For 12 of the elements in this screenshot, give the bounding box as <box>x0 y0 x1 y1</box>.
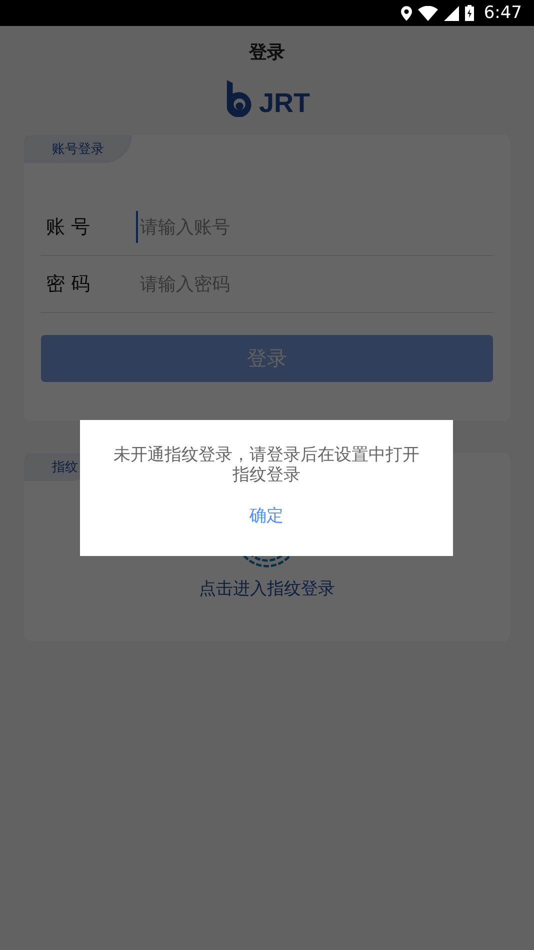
confirm-button[interactable]: 确定 <box>240 500 294 531</box>
clock-time: 6:47 <box>484 3 522 23</box>
fingerprint-login-link[interactable]: 点击进入指纹登录 <box>199 577 335 600</box>
logo-text: JRT <box>258 90 310 117</box>
field-label: 密 码 <box>45 272 92 297</box>
dialog-message: 未开通指纹登录，请登录后在设置中打开指纹登录 <box>112 445 420 485</box>
wifi-icon <box>418 6 438 20</box>
location-icon <box>400 6 412 20</box>
page-title: 登录 <box>249 41 285 64</box>
battery-icon <box>464 5 474 21</box>
signal-icon <box>444 6 459 20</box>
field-label: 账 号 <box>45 215 92 240</box>
